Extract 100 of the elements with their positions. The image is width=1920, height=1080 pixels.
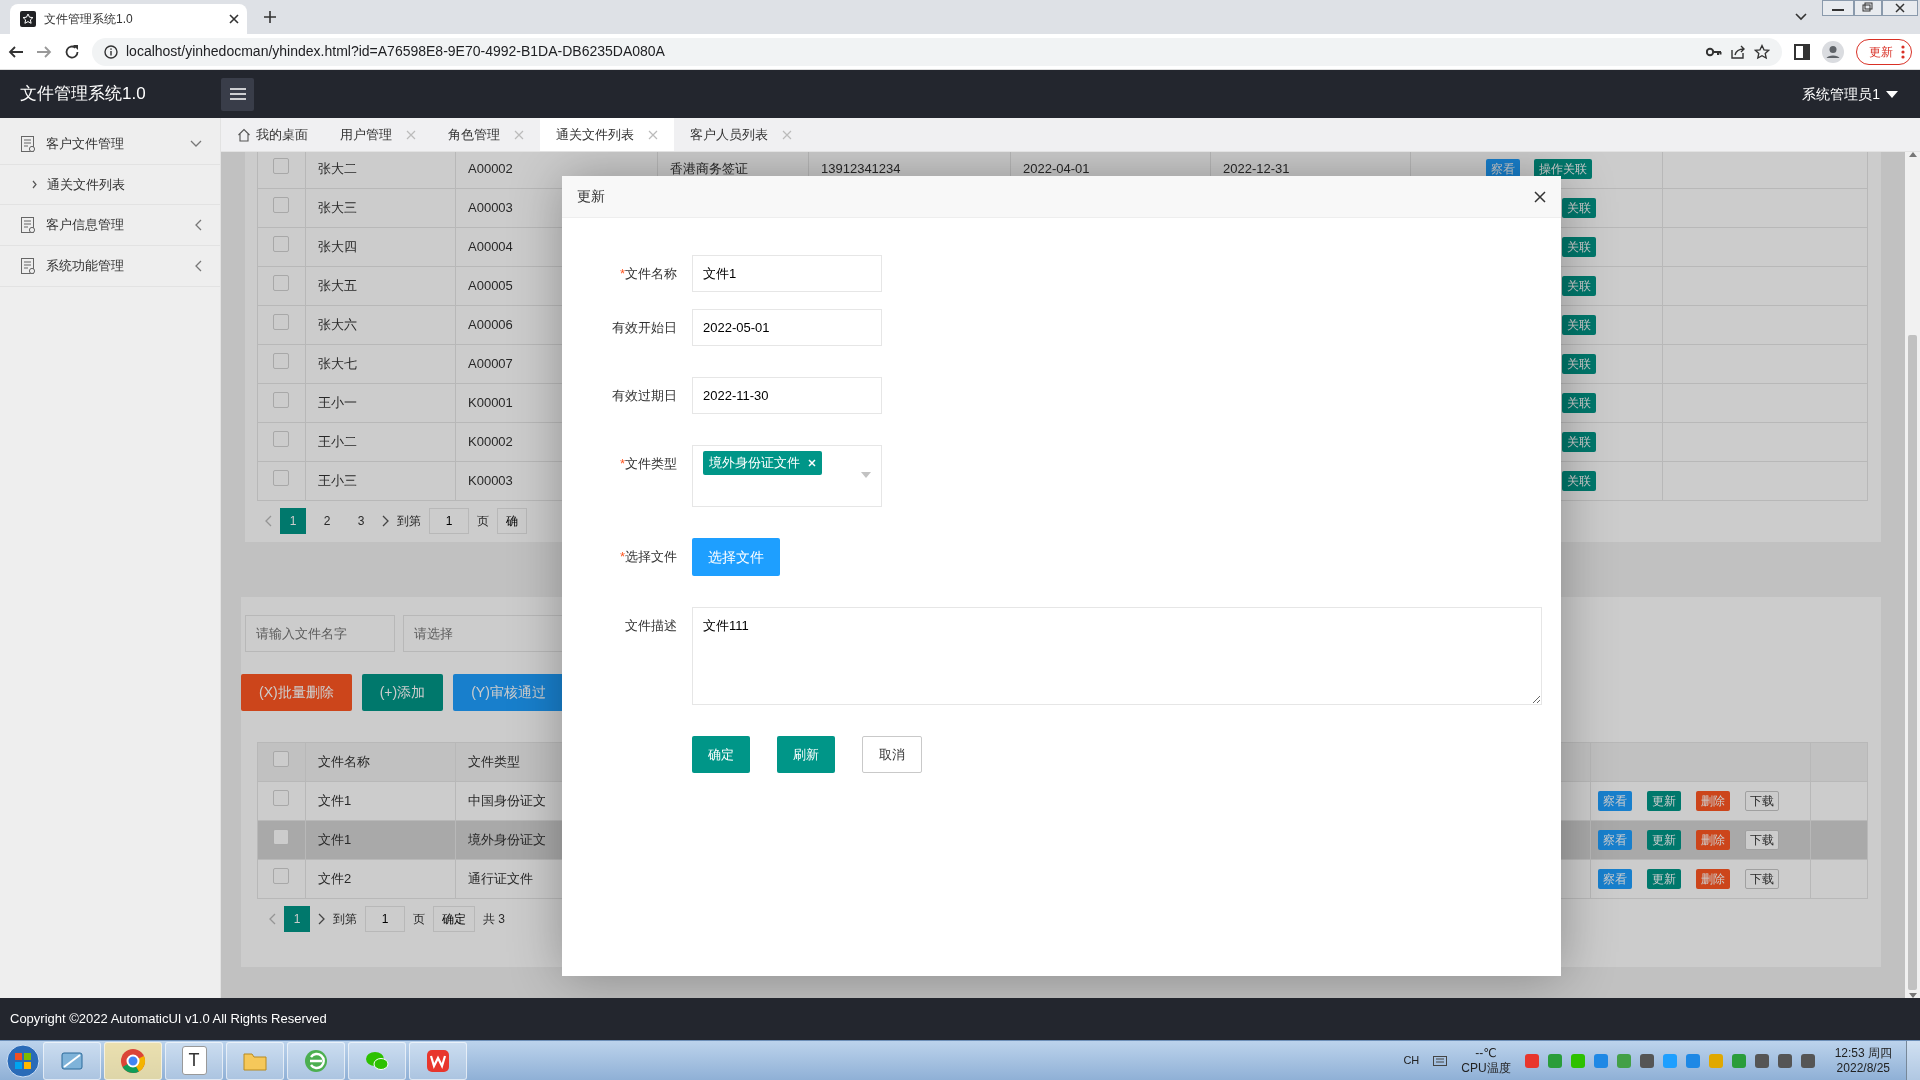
sidebar-item[interactable]: 系统功能管理 — [0, 246, 220, 287]
action-button[interactable]: 更新 — [1647, 830, 1681, 850]
action-button[interactable]: 察看 — [1598, 791, 1632, 811]
tab[interactable]: 角色管理 — [432, 118, 540, 151]
chevron-right-icon[interactable] — [318, 913, 325, 925]
address-bar[interactable]: localhost/yinhedocman/yhindex.html?id=A76598E8-9E70-4992-B1DA-DB6235DA080A — [92, 37, 1782, 66]
new-tab-icon[interactable] — [264, 11, 276, 23]
page-input[interactable]: 1 — [365, 906, 405, 932]
search-field[interactable]: 请输入文件名字 — [245, 615, 395, 652]
tag-select[interactable]: 境外身份证文件 — [692, 445, 882, 507]
star-icon[interactable] — [1754, 43, 1770, 60]
taskbar-app[interactable] — [348, 1041, 406, 1080]
action-button[interactable]: 关联 — [1562, 198, 1596, 218]
action-button[interactable]: 察看 — [1598, 830, 1632, 850]
share-icon[interactable] — [1730, 43, 1746, 60]
language-indicator[interactable]: CH — [1403, 1052, 1420, 1069]
taskbar-app[interactable] — [226, 1041, 284, 1080]
chevron-left-icon[interactable] — [269, 913, 276, 925]
checkbox[interactable] — [273, 829, 289, 846]
taskbar-app[interactable] — [287, 1041, 345, 1080]
page-button[interactable]: 1 — [284, 906, 310, 932]
checkbox[interactable] — [273, 275, 289, 292]
action-button[interactable]: 删除 — [1696, 869, 1730, 889]
back-icon[interactable] — [8, 43, 24, 60]
action-button[interactable]: 察看 — [1598, 869, 1632, 889]
checkbox[interactable] — [273, 470, 289, 487]
action-button[interactable]: 删除 — [1696, 830, 1730, 850]
tab[interactable]: 用户管理 — [324, 118, 432, 151]
tab[interactable]: 通关文件列表 — [540, 118, 674, 151]
close-icon[interactable] — [229, 14, 239, 24]
show-desktop-button[interactable] — [1906, 1040, 1920, 1080]
keyboard-icon[interactable] — [1433, 1055, 1448, 1066]
avatar-icon[interactable] — [1822, 40, 1844, 63]
page-button[interactable]: 3 — [348, 508, 374, 534]
start-orb-icon[interactable] — [6, 1043, 40, 1078]
tab[interactable]: 我的桌面 — [221, 118, 324, 151]
dialog-button[interactable]: 确定 — [692, 736, 750, 773]
input-field[interactable]: 文件1 — [692, 255, 882, 292]
action-button[interactable]: 删除 — [1696, 791, 1730, 811]
action-button[interactable]: 关联 — [1562, 471, 1596, 491]
sidebar-item[interactable]: 客户文件管理 — [0, 124, 220, 165]
checkbox[interactable] — [273, 751, 289, 768]
choose-file-button[interactable]: 选择文件 — [692, 538, 780, 576]
confirm-button[interactable]: 确 — [497, 508, 527, 534]
dialog-button[interactable]: 刷新 — [777, 736, 835, 773]
checkbox[interactable] — [273, 790, 289, 807]
action-button[interactable]: 关联 — [1562, 237, 1596, 257]
action-button[interactable]: 更新 — [1647, 869, 1681, 889]
scrollbar[interactable] — [1905, 152, 1920, 998]
checkbox[interactable] — [273, 158, 289, 175]
action-button[interactable]: 下载 — [1745, 791, 1779, 811]
input-field[interactable]: 2022-05-01 — [692, 309, 882, 346]
user-menu[interactable]: 系统管理员1 — [1802, 83, 1898, 105]
taskbar-app[interactable] — [409, 1041, 467, 1080]
dialog-button[interactable]: 取消 — [862, 736, 922, 773]
action-button[interactable]: (Y)审核通过 — [453, 674, 564, 711]
checkbox[interactable] — [273, 431, 289, 448]
action-button[interactable]: 关联 — [1562, 393, 1596, 413]
taskbar-app[interactable] — [43, 1041, 101, 1080]
forward-icon[interactable] — [36, 43, 52, 60]
input-field[interactable]: 2022-11-30 — [692, 377, 882, 414]
action-button[interactable]: (X)批量删除 — [241, 674, 352, 711]
action-button[interactable]: 关联 — [1562, 315, 1596, 335]
page-button[interactable]: 2 — [314, 508, 340, 534]
page-button[interactable]: 1 — [280, 508, 306, 534]
action-button[interactable]: 操作关联 — [1534, 159, 1592, 179]
key-icon[interactable] — [1706, 45, 1722, 58]
sidebar-item[interactable]: 客户信息管理 — [0, 205, 220, 246]
confirm-button[interactable]: 确定 — [433, 906, 475, 932]
browser-tab[interactable]: 文件管理系统1.0 — [10, 4, 247, 34]
checkbox[interactable] — [273, 353, 289, 370]
chevron-right-icon[interactable] — [382, 515, 389, 527]
action-button[interactable]: 关联 — [1562, 276, 1596, 296]
action-button[interactable]: 察看 — [1486, 159, 1520, 179]
side-panel-icon[interactable] — [1794, 43, 1810, 60]
checkbox[interactable] — [273, 314, 289, 331]
window-controls-drawing[interactable] — [1822, 0, 1918, 16]
menu-button[interactable] — [221, 77, 254, 111]
chevron-down-icon[interactable] — [1795, 13, 1807, 21]
action-button[interactable]: 关联 — [1562, 354, 1596, 374]
checkbox[interactable] — [273, 392, 289, 409]
close-icon[interactable] — [1534, 190, 1546, 203]
update-button[interactable]: 更新 — [1856, 38, 1912, 65]
reload-icon[interactable] — [64, 43, 80, 60]
page-input[interactable]: 1 — [429, 508, 469, 534]
action-button[interactable]: 下载 — [1745, 869, 1779, 889]
chevron-left-icon[interactable] — [265, 515, 272, 527]
taskbar-app[interactable] — [104, 1041, 162, 1080]
text-area[interactable]: 文件111 — [692, 607, 1542, 705]
tab[interactable]: 客户人员列表 — [674, 118, 808, 151]
action-button[interactable]: 更新 — [1647, 791, 1681, 811]
sidebar-subitem[interactable]: 通关文件列表 — [0, 165, 220, 205]
action-button[interactable]: 下载 — [1745, 830, 1779, 850]
taskbar-app[interactable]: T — [165, 1041, 223, 1080]
checkbox[interactable] — [273, 197, 289, 214]
tag[interactable]: 境外身份证文件 — [703, 451, 822, 475]
checkbox[interactable] — [273, 868, 289, 885]
checkbox[interactable] — [273, 236, 289, 253]
action-button[interactable]: (+)添加 — [361, 674, 444, 711]
action-button[interactable]: 关联 — [1562, 432, 1596, 452]
